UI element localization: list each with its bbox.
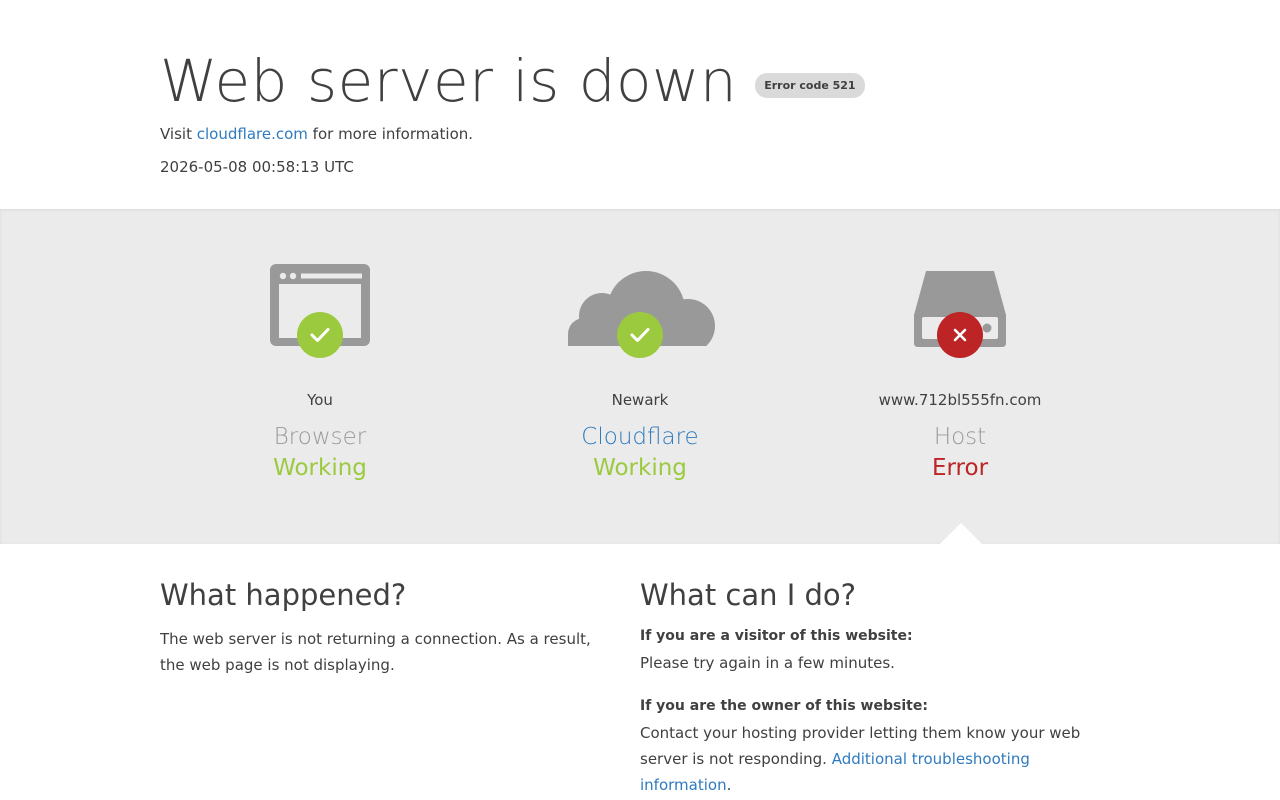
status-cloudflare: Newark Cloudflare Working [480, 209, 800, 544]
cloudflare-location: Newark [611, 391, 669, 409]
timestamp: 2026-05-08 00:58:13 UTC [160, 158, 354, 176]
visitor-heading: If you are a visitor of this website: [640, 628, 913, 644]
host-state: Error [931, 455, 989, 481]
browser-state: Working [273, 455, 367, 481]
what-happened-section: What happened? The web server is not ret… [160, 578, 620, 678]
check-icon [630, 328, 650, 342]
error-code-badge: Error code 521 [755, 72, 865, 98]
visit-prefix: Visit [160, 125, 192, 143]
owner-suffix: . [726, 776, 732, 794]
host-pointer-arrow [940, 523, 982, 544]
visit-info: Visit cloudflare.com for more informatio… [160, 125, 473, 143]
cloudflare-link[interactable]: cloudflare.com [197, 125, 308, 143]
what-can-i-do-section: What can I do? If you are a visitor of t… [640, 578, 1100, 798]
visit-suffix: for more information. [312, 125, 474, 143]
owner-text-block: Contact your hosting provider letting th… [640, 720, 1100, 798]
status-browser: You Browser Working [160, 209, 480, 544]
cloud-icon-wrap [480, 264, 800, 379]
server-icon-wrap [800, 264, 1120, 379]
status-host: www.712bl555fn.com Host Error [800, 209, 1120, 544]
check-icon [310, 328, 330, 342]
cloudflare-service-link[interactable]: Cloudflare [480, 424, 800, 450]
ok-status-dot [617, 312, 663, 358]
what-can-i-do-title: What can I do? [640, 578, 857, 612]
title-row: Web server is down Error code 521 [160, 48, 865, 114]
x-icon [953, 328, 967, 342]
ok-status-dot [297, 312, 343, 358]
cloudflare-state: Working [593, 455, 687, 481]
page-header: Web server is down Error code 521 Visit … [0, 0, 1280, 209]
status-band: You Browser Working Newark Cloudflare Wo [0, 209, 1280, 544]
error-status-dot [937, 312, 983, 358]
page-title: Web server is down [160, 47, 738, 115]
owner-heading: If you are the owner of this website: [640, 698, 928, 714]
browser-icon-wrap [160, 264, 480, 379]
what-happened-text: The web server is not returning a connec… [160, 630, 591, 674]
host-location: www.712bl555fn.com [878, 391, 1042, 409]
host-service: Host [933, 424, 987, 450]
visitor-text: Please try again in a few minutes. [640, 654, 895, 672]
what-happened-title: What happened? [160, 578, 407, 612]
browser-service: Browser [273, 424, 367, 450]
browser-location: You [307, 391, 333, 409]
